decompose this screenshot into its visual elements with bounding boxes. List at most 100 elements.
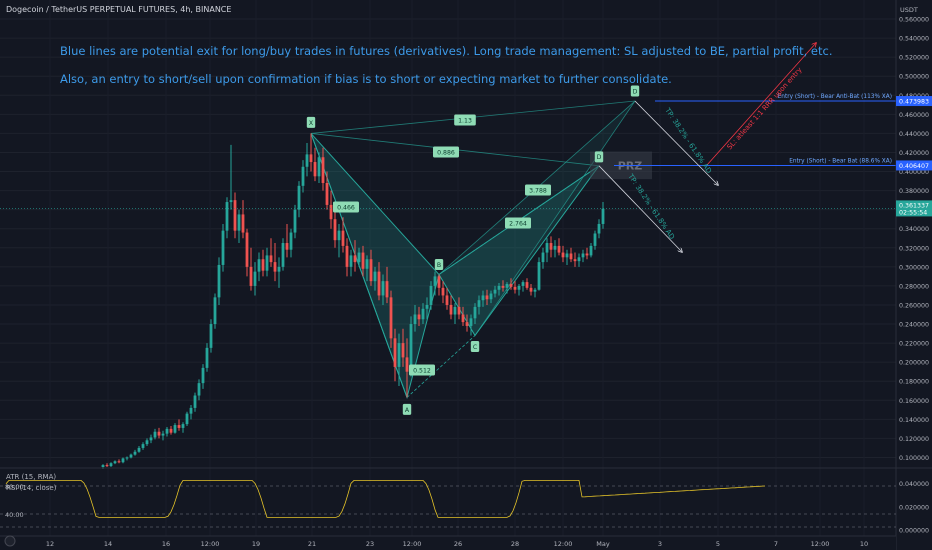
atr-tick: 0.020000 <box>899 504 929 511</box>
ratio-label: 0.466 <box>337 204 355 211</box>
candle-body <box>277 266 281 272</box>
candle-body <box>581 253 585 258</box>
candle-body <box>389 297 393 339</box>
candle-body <box>341 230 345 246</box>
candle-body <box>533 289 537 292</box>
entry-level-label: Entry (Short) - Bear Anti-Bat (113% XA) <box>778 94 892 100</box>
candle-body <box>161 433 165 436</box>
time-tick: 12:00 <box>201 540 220 548</box>
candle-body <box>233 200 237 231</box>
candle-body <box>405 357 409 372</box>
candle-body <box>237 214 241 231</box>
candle-body <box>181 424 185 428</box>
candle-body <box>125 457 129 459</box>
time-tick: 16 <box>162 540 170 548</box>
candle-body <box>377 271 381 296</box>
candle-body <box>313 162 317 177</box>
candle-body <box>217 264 221 298</box>
candle-body <box>349 255 353 267</box>
candle-body <box>305 154 309 167</box>
candle-body <box>373 271 377 282</box>
candle-body <box>421 308 425 320</box>
time-tick: 28 <box>511 540 519 548</box>
candle-body <box>173 425 177 433</box>
candle-body <box>225 202 229 231</box>
currency-label: USDT <box>900 6 918 14</box>
candle-body <box>473 306 477 319</box>
candle-body <box>465 322 469 326</box>
time-tick: 3 <box>658 540 662 548</box>
candle-body <box>601 208 605 224</box>
time-tick: 12:00 <box>403 540 422 548</box>
price-tick: 0.420000 <box>899 150 929 157</box>
candle-body <box>169 428 173 433</box>
candle-body <box>193 395 197 408</box>
time-tick: May <box>596 540 610 548</box>
candle-body <box>205 347 209 368</box>
price-tick: 0.340000 <box>899 226 929 233</box>
symbol-title: Dogecoin / TetherUS PERPETUAL FUTURES, 4… <box>6 5 232 14</box>
candle-body <box>329 204 333 220</box>
chart-window: PRZ Entry (Short) - Bear Anti-Bat (113% … <box>0 0 932 550</box>
candle-body <box>133 451 137 455</box>
time-tick: 21 <box>308 540 316 548</box>
price-tick: 0.500000 <box>899 74 929 81</box>
time-axis[interactable]: 12 14 16 12:00 19 21 23 12:00 26 28 12:00 May 3 5 7 12:… <box>0 535 896 550</box>
candle-body <box>485 295 489 300</box>
candle-body <box>177 425 181 428</box>
candle-body <box>345 245 349 267</box>
candle-body <box>597 223 601 234</box>
candle-body <box>229 200 233 203</box>
candle-body <box>493 289 497 294</box>
candle-body <box>241 214 245 233</box>
time-tick: 12 <box>46 540 54 548</box>
time-tick: 23 <box>366 540 374 548</box>
candle-body <box>549 243 553 250</box>
candle-body <box>261 259 265 271</box>
last-price-countdown: 02:55:54 <box>899 209 927 216</box>
candle-body <box>481 295 485 301</box>
candle-body <box>461 314 465 323</box>
price-tick: 0.220000 <box>899 341 929 348</box>
candle-body <box>589 245 593 256</box>
time-tick: 26 <box>454 540 462 548</box>
candle-body <box>289 232 293 250</box>
candle-body <box>517 285 521 290</box>
candle-body <box>469 318 473 326</box>
candle-body <box>397 343 401 367</box>
candle-body <box>285 243 289 250</box>
ratio-label: 2.764 <box>509 220 527 227</box>
point-label: C <box>473 344 477 351</box>
candle-body <box>137 447 141 452</box>
candle-body <box>273 262 277 272</box>
candle-body <box>293 209 297 233</box>
candle-body <box>569 253 573 260</box>
time-tick: 12:00 <box>811 540 830 548</box>
candle-body <box>153 431 157 438</box>
candle-body <box>117 461 121 463</box>
point-label: D <box>633 88 638 95</box>
price-tick: 0.380000 <box>899 188 929 195</box>
candle-body <box>337 230 341 241</box>
price-tick: 0.240000 <box>899 322 929 329</box>
candle-body <box>209 324 213 348</box>
candle-body <box>201 367 205 384</box>
candle-body <box>257 259 261 272</box>
candle-body <box>265 255 269 271</box>
entry-price-value: 0.473983 <box>899 99 929 106</box>
candle-body <box>449 304 453 315</box>
candle-body <box>477 300 481 307</box>
price-tick: 0.200000 <box>899 360 929 367</box>
candle-body <box>301 166 305 186</box>
atr-indicator-title[interactable]: ATR (15, RMA) <box>6 473 56 481</box>
price-tick: 0.520000 <box>899 55 929 62</box>
candle-body <box>525 282 529 288</box>
candle-body <box>281 243 285 267</box>
note-line-2: Also, an entry to short/sell upon confir… <box>60 72 672 86</box>
candle-body <box>249 266 253 286</box>
candle-body <box>185 413 189 425</box>
candle-body <box>321 157 325 183</box>
rsi-indicator-title[interactable]: RSI (14, close) <box>6 484 56 492</box>
candle-body <box>557 245 561 253</box>
candle-body <box>361 252 365 269</box>
